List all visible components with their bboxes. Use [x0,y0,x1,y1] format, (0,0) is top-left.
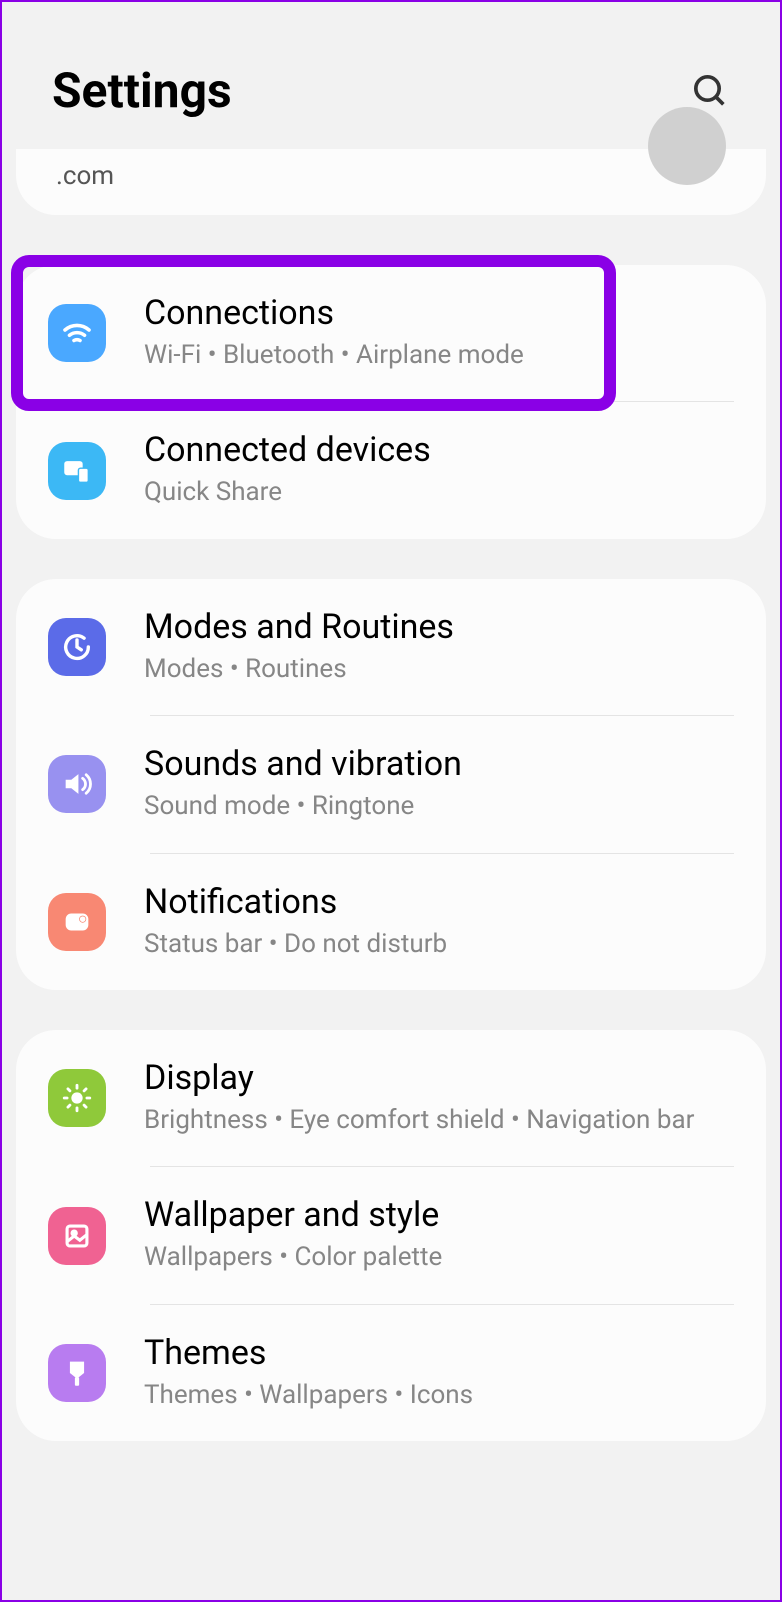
settings-item-connections[interactable]: Connections Wi-Fi • Bluetooth • Airplane… [16,265,766,401]
item-subtitle: Modes • Routines [144,651,734,687]
settings-group-connections: Connections Wi-Fi • Bluetooth • Airplane… [16,265,766,539]
wifi-icon [48,304,106,362]
item-subtitle: Status bar • Do not disturb [144,926,734,962]
item-subtitle: Brightness • Eye comfort shield • Naviga… [144,1102,734,1138]
item-text: Wallpaper and style Wallpapers • Color p… [144,1195,734,1275]
settings-item-connected-devices[interactable]: Connected devices Quick Share [16,402,766,538]
item-text: Display Brightness • Eye comfort shield … [144,1058,734,1138]
account-card[interactable]: .com [16,149,766,215]
wallpaper-icon [48,1207,106,1265]
item-title: Sounds and vibration [144,744,734,784]
modes-icon [48,618,106,676]
item-subtitle: Quick Share [144,474,734,510]
settings-group-display: Display Brightness • Eye comfort shield … [16,1030,766,1441]
item-subtitle: Wi-Fi • Bluetooth • Airplane mode [144,337,734,373]
item-text: Themes Themes • Wallpapers • Icons [144,1333,734,1413]
account-email-fragment: .com [56,161,114,191]
settings-item-wallpaper[interactable]: Wallpaper and style Wallpapers • Color p… [16,1167,766,1303]
item-text: Connected devices Quick Share [144,430,734,510]
item-title: Notifications [144,882,734,922]
item-text: Notifications Status bar • Do not distur… [144,882,734,962]
page-title: Settings [52,62,232,119]
item-text: Connections Wi-Fi • Bluetooth • Airplane… [144,293,734,373]
item-title: Wallpaper and style [144,1195,734,1235]
item-subtitle: Wallpapers • Color palette [144,1239,734,1275]
themes-icon [48,1344,106,1402]
settings-group-modes: Modes and Routines Modes • Routines Soun… [16,579,766,990]
settings-item-modes[interactable]: Modes and Routines Modes • Routines [16,579,766,715]
item-title: Connected devices [144,430,734,470]
item-text: Modes and Routines Modes • Routines [144,607,734,687]
settings-item-themes[interactable]: Themes Themes • Wallpapers • Icons [16,1305,766,1441]
settings-item-sounds[interactable]: Sounds and vibration Sound mode • Ringto… [16,716,766,852]
item-text: Sounds and vibration Sound mode • Ringto… [144,744,734,824]
item-title: Connections [144,293,734,333]
avatar [648,107,726,185]
item-subtitle: Themes • Wallpapers • Icons [144,1377,734,1413]
settings-item-notifications[interactable]: Notifications Status bar • Do not distur… [16,854,766,990]
item-subtitle: Sound mode • Ringtone [144,788,734,824]
settings-item-display[interactable]: Display Brightness • Eye comfort shield … [16,1030,766,1166]
notifications-icon [48,893,106,951]
display-icon [48,1069,106,1127]
item-title: Modes and Routines [144,607,734,647]
item-title: Themes [144,1333,734,1373]
search-button[interactable] [690,71,730,111]
devices-icon [48,442,106,500]
item-title: Display [144,1058,734,1098]
search-icon [690,71,730,111]
sound-icon [48,755,106,813]
